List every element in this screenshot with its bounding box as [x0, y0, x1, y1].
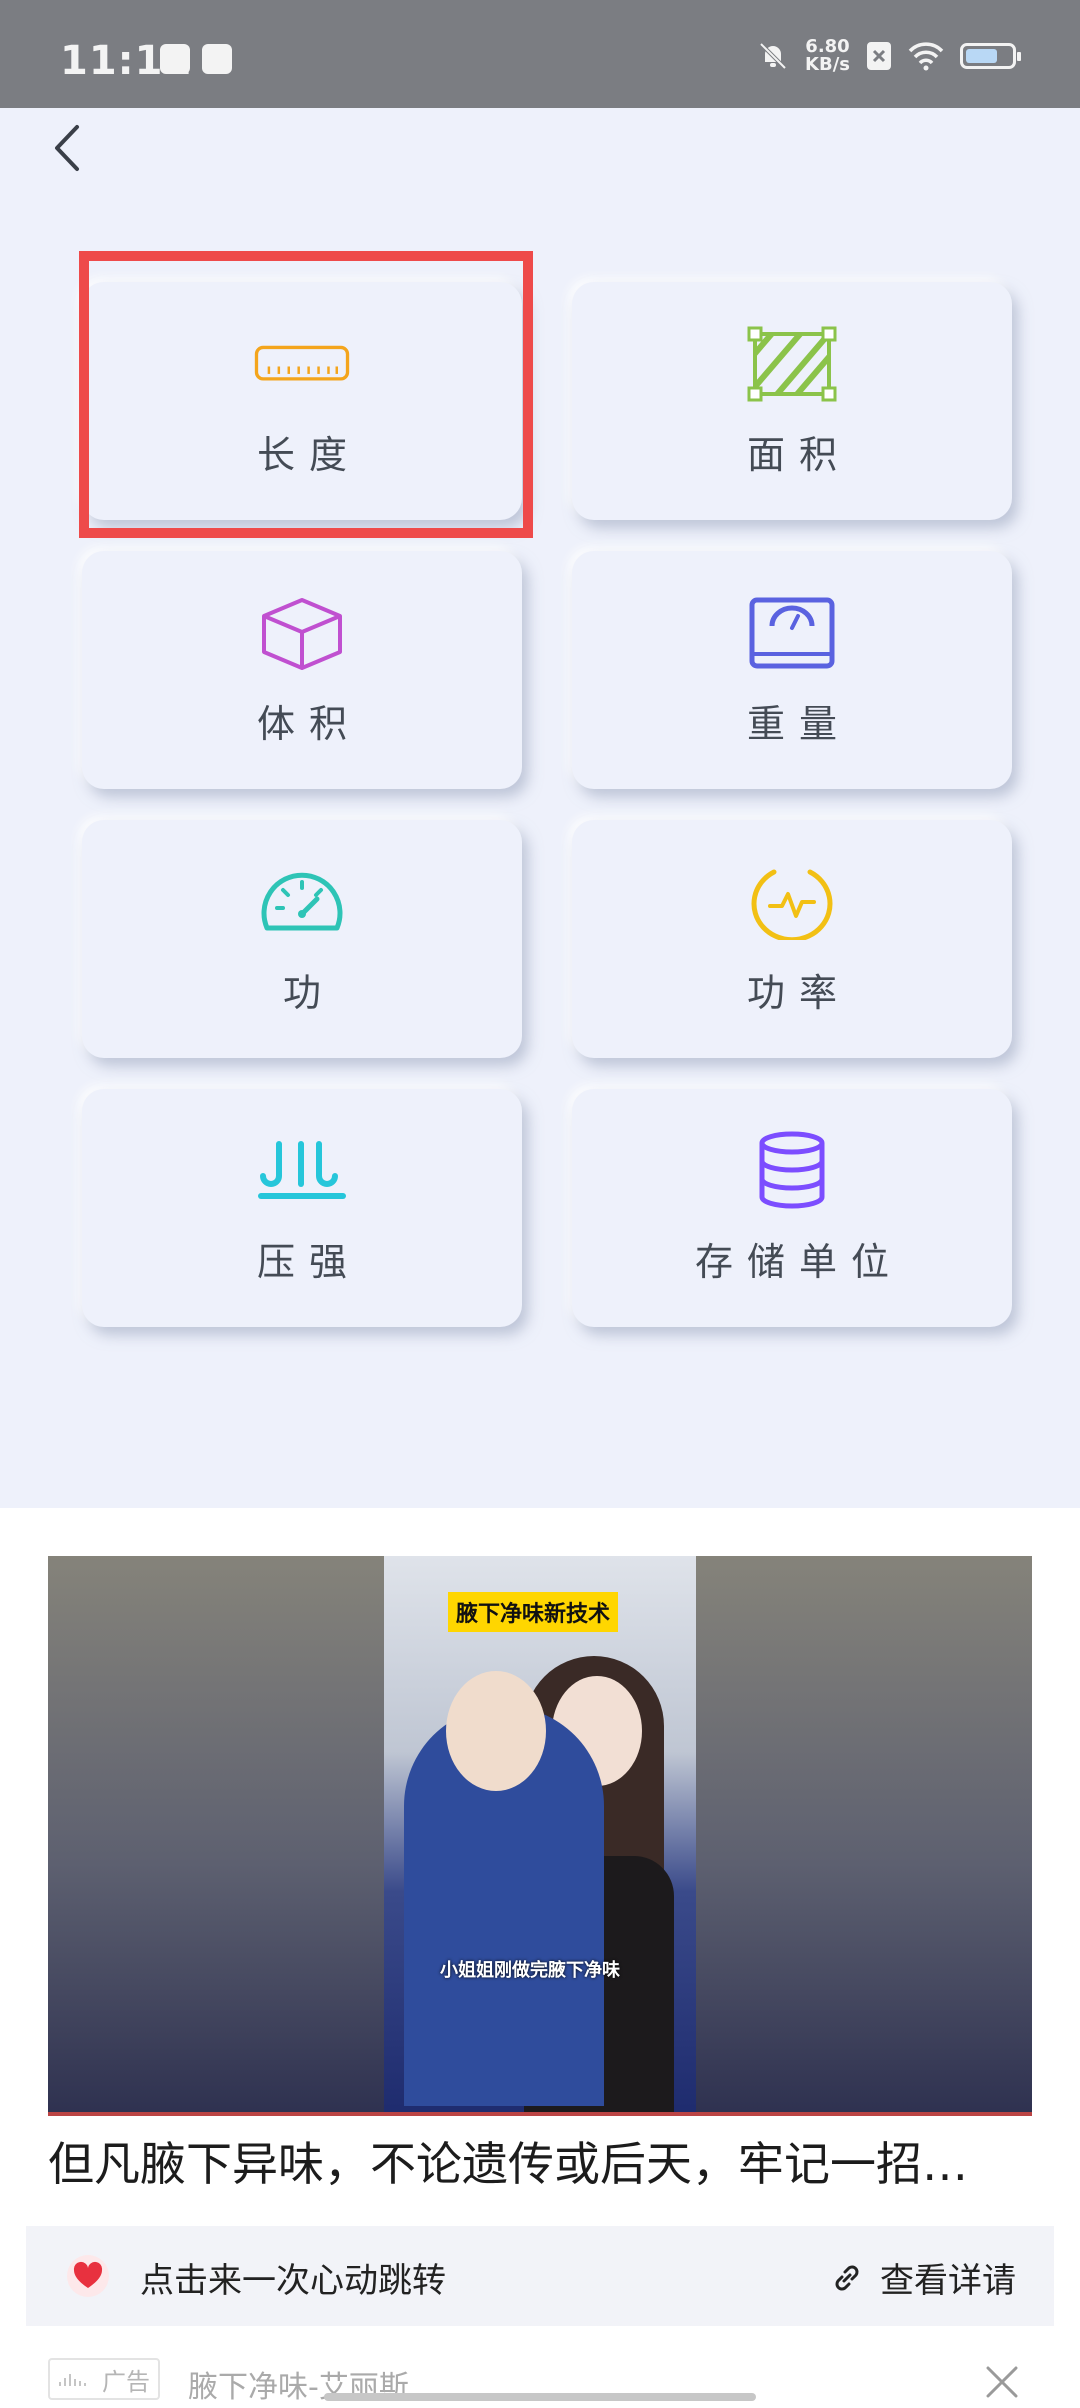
ad-badge-label: 广告	[102, 2367, 150, 2396]
battery-level	[966, 49, 997, 63]
unit-label: 重量	[746, 701, 851, 746]
selection-highlight	[79, 251, 533, 538]
view-details-label: 查看详请	[880, 2261, 1016, 2301]
mute-bell-icon	[759, 42, 787, 70]
unit-label: 功率	[746, 970, 851, 1015]
unit-card-storage[interactable]: 存储单位	[572, 1089, 1012, 1327]
unit-card-area[interactable]: 面积	[572, 282, 1012, 520]
view-details-link[interactable]: 查看详请	[830, 2253, 1016, 2302]
unit-label: 压强	[256, 1239, 361, 1284]
net-speed-unit: KB/s	[805, 54, 850, 75]
unit-card-volume[interactable]: 体积	[82, 551, 522, 789]
network-speed: 6.80 KB/s	[805, 38, 850, 74]
ad-title[interactable]: 但凡腋下异味，不论遗传或后天，牢记一招…	[48, 2128, 1038, 2194]
unit-card-weight[interactable]: 重量	[572, 551, 1012, 789]
link-icon	[835, 2265, 859, 2290]
cube-icon	[254, 593, 350, 673]
message-notification-icon	[160, 44, 190, 74]
chevron-left-icon	[55, 125, 79, 171]
unit-label: 面积	[746, 432, 851, 477]
ad-cta-text: 点击来一次心动跳转	[140, 2261, 446, 2301]
unit-card-pressure[interactable]: 压强	[82, 1089, 522, 1327]
ad-video[interactable]: 腋下净味新技术 小姐姐刚做完腋下净味	[48, 1556, 1032, 2116]
ad-panel: 腋下净味新技术 小姐姐刚做完腋下净味 但凡腋下异味，不论遗传或后天，牢记一招… …	[0, 1508, 1080, 2408]
video-blur-left	[48, 1556, 384, 2116]
archive-notification-icon	[202, 44, 232, 74]
status-icons: 6.80 KB/s	[757, 34, 1021, 78]
video-tag: 腋下净味新技术	[448, 1592, 619, 1632]
video-blur-right	[696, 1556, 1032, 2116]
pressure-icon	[254, 1131, 350, 1211]
scale-icon	[744, 593, 840, 673]
status-bar: 11:11 6.80 KB/s	[0, 0, 1080, 108]
unit-card-power[interactable]: 功率	[572, 820, 1012, 1058]
unit-label: 存储单位	[694, 1239, 903, 1284]
video-progress	[48, 2112, 1032, 2116]
area-icon	[744, 324, 840, 404]
video-frame: 腋下净味新技术 小姐姐刚做完腋下净味	[384, 1556, 696, 2116]
sound-wave-icon	[59, 2374, 86, 2386]
heart-icon	[67, 2255, 109, 2297]
close-icon[interactable]	[982, 2362, 1022, 2402]
database-icon	[744, 1131, 840, 1211]
unit-card-work[interactable]: 功	[82, 820, 522, 1058]
home-indicator[interactable]	[324, 2393, 756, 2401]
battery-icon	[960, 43, 1021, 69]
ad-cta-bar[interactable]: 点击来一次心动跳转 查看详请	[26, 2226, 1054, 2326]
power-wave-icon	[744, 862, 840, 942]
back-button[interactable]	[44, 118, 88, 178]
speedometer-icon	[254, 862, 350, 942]
unit-label: 体积	[256, 701, 361, 746]
figure-head	[446, 1671, 546, 1791]
ad-badge: 广告	[48, 2358, 160, 2400]
video-subtitle: 小姐姐刚做完腋下净味	[440, 1960, 620, 1981]
wifi-icon	[908, 42, 944, 71]
sim-off-icon	[867, 42, 891, 70]
unit-label: 功	[282, 970, 335, 1015]
